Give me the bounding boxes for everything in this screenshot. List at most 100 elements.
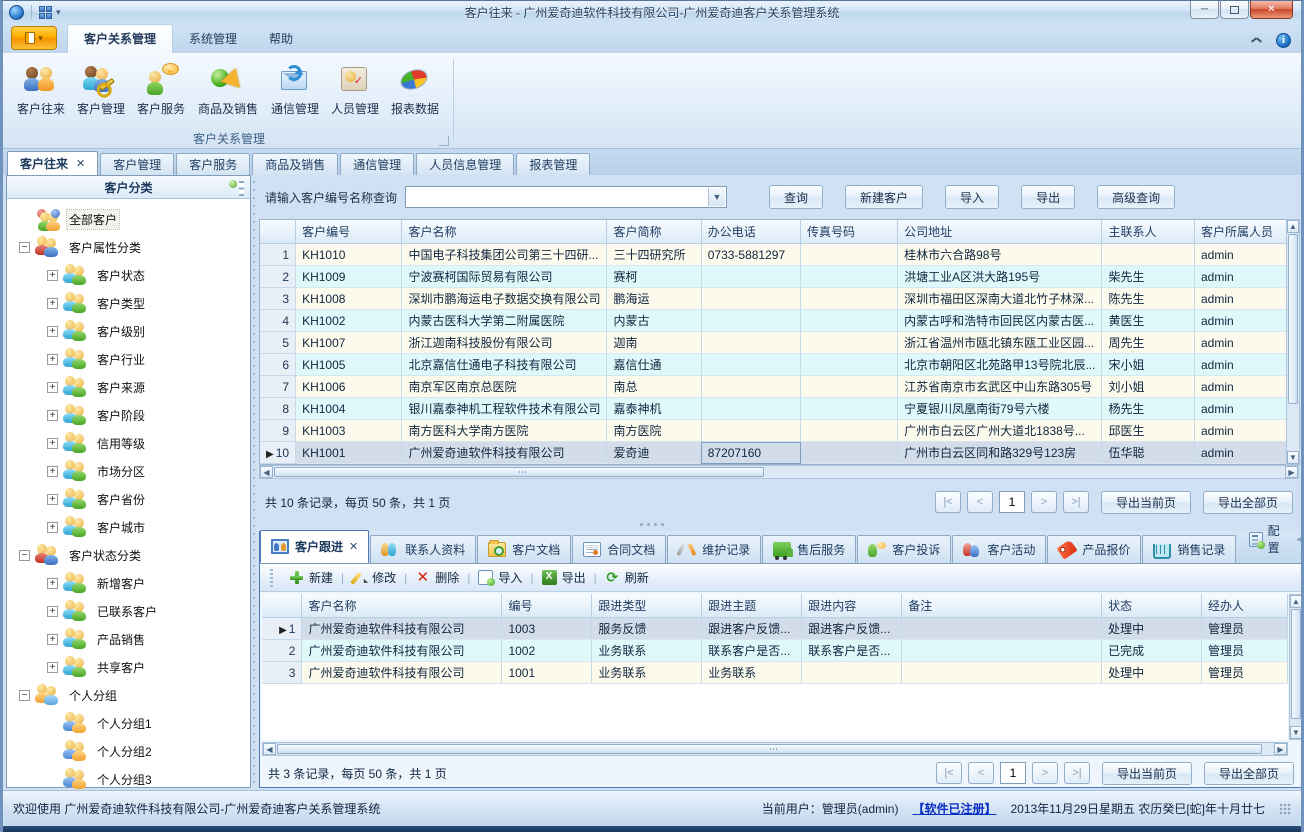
ribbon-tab-help[interactable]: 帮助 xyxy=(253,25,309,53)
cell[interactable]: 处理中 xyxy=(1102,618,1202,640)
detail-tab-sales-records[interactable]: 销售记录 xyxy=(1142,535,1236,563)
import-button[interactable]: 导入 xyxy=(470,569,530,586)
cell[interactable] xyxy=(801,442,898,464)
category-settings-icon[interactable] xyxy=(228,179,244,195)
scroll-up-icon[interactable]: ▲ xyxy=(1287,220,1299,233)
tree-item[interactable]: 个人分组3 xyxy=(9,765,250,793)
cell[interactable]: 0733-5881297 xyxy=(701,244,800,266)
refresh-button[interactable]: ⟳ 刷新 xyxy=(597,569,657,586)
table-row[interactable]: 8KH1004银川嘉泰神机工程软件技术有限公司嘉泰神机宁夏银川凤凰南街79号六楼… xyxy=(260,398,1293,420)
cell[interactable] xyxy=(701,310,800,332)
cell[interactable] xyxy=(701,288,800,310)
cell[interactable] xyxy=(802,662,902,684)
cell[interactable]: 1001 xyxy=(502,662,592,684)
cell[interactable]: 伍华聪 xyxy=(1102,442,1195,464)
cell[interactable]: admin xyxy=(1194,420,1292,442)
cell[interactable]: 黄医生 xyxy=(1102,310,1195,332)
dialog-launcher-icon[interactable] xyxy=(439,136,449,146)
cell[interactable]: 联系客户是否... xyxy=(802,640,902,662)
info-icon[interactable]: i xyxy=(1276,33,1291,48)
ribbon-button-communication[interactable]: 通信管理 xyxy=(265,59,325,129)
cell[interactable]: 广州爱奇迪软件科技有限公司 xyxy=(302,640,502,662)
ribbon-tab-system[interactable]: 系统管理 xyxy=(173,25,253,53)
cell[interactable]: 内蒙古 xyxy=(607,310,701,332)
detail-tab-customer-docs[interactable]: 客户文档 xyxy=(477,535,571,563)
cell[interactable] xyxy=(801,266,898,288)
cell[interactable]: 邱医生 xyxy=(1102,420,1195,442)
cell[interactable]: 南方医科大学南方医院 xyxy=(402,420,607,442)
scroll-left-icon[interactable]: ◀ xyxy=(260,466,273,478)
table-row[interactable]: 7KH1006南京军区南京总医院南总江苏省南京市玄武区中山东路305号刘小姐ad… xyxy=(260,376,1293,398)
tree-expander-icon[interactable]: + xyxy=(47,466,58,477)
cell[interactable]: KH1009 xyxy=(296,266,402,288)
cell[interactable] xyxy=(701,354,800,376)
export-button[interactable]: 导出 xyxy=(534,569,594,586)
cell[interactable]: admin xyxy=(1194,354,1292,376)
next-page-button[interactable]: > xyxy=(1031,491,1057,513)
cell[interactable]: 北京嘉信仕通电子科技有限公司 xyxy=(402,354,607,376)
ribbon-button-products-sales[interactable]: 商品及销售 xyxy=(191,59,265,129)
export-button[interactable]: 导出 xyxy=(1021,185,1075,209)
column-header[interactable]: 备注 xyxy=(902,594,1102,618)
column-header[interactable]: 客户编号 xyxy=(296,220,402,244)
ribbon-button-customer-manage[interactable]: 客户管理 xyxy=(71,59,131,129)
scroll-left-icon[interactable]: ◀ xyxy=(263,743,276,755)
cell[interactable]: admin xyxy=(1194,244,1292,266)
cell[interactable]: 广州爱奇迪软件科技有限公司 xyxy=(302,618,502,640)
cell[interactable]: 广州市白云区广州大道北1838号... xyxy=(898,420,1102,442)
column-header[interactable]: 编号 xyxy=(502,594,592,618)
column-header[interactable]: 办公电话 xyxy=(701,220,800,244)
cell[interactable]: 中国电子科技集团公司第三十四研... xyxy=(402,244,607,266)
detail-tab-maintenance[interactable]: 维护记录 xyxy=(667,535,761,563)
tree-item[interactable]: 个人分组2 xyxy=(9,737,250,765)
cell[interactable]: 柴先生 xyxy=(1102,266,1195,288)
cell[interactable]: admin xyxy=(1194,288,1292,310)
cell[interactable]: 联系客户是否... xyxy=(702,640,802,662)
tree-item[interactable]: +客户省份 xyxy=(9,485,250,513)
tree-item[interactable]: 全部客户 xyxy=(9,205,250,233)
cell[interactable]: 浙江迦南科技股份有限公司 xyxy=(402,332,607,354)
ribbon-button-personnel[interactable]: ✓ 人员管理 xyxy=(325,59,385,129)
detail-grid-vertical-scrollbar[interactable]: ▲ ▼ xyxy=(1289,594,1303,740)
column-header[interactable]: 客户名称 xyxy=(302,594,502,618)
cell[interactable]: 周先生 xyxy=(1102,332,1195,354)
cell[interactable]: admin xyxy=(1194,332,1292,354)
tree-expander-icon[interactable]: + xyxy=(47,438,58,449)
column-header[interactable]: 客户名称 xyxy=(402,220,607,244)
doc-tab-customer-service[interactable]: 客户服务 xyxy=(176,153,250,175)
main-grid-vertical-scrollbar[interactable]: ▲ ▼ xyxy=(1286,219,1300,465)
table-row[interactable]: 5KH1007浙江迦南科技股份有限公司迦南浙江省温州市瓯北镇东瓯工业区园...周… xyxy=(260,332,1293,354)
cell[interactable] xyxy=(801,354,898,376)
cell[interactable]: 服务反馈 xyxy=(592,618,702,640)
cell[interactable]: 陈先生 xyxy=(1102,288,1195,310)
cell[interactable]: 宁波赛柯国际贸易有限公司 xyxy=(402,266,607,288)
cell[interactable]: 北京市朝阳区北苑路甲13号院北辰... xyxy=(898,354,1102,376)
cell[interactable]: KH1003 xyxy=(296,420,402,442)
cell[interactable]: 南总 xyxy=(607,376,701,398)
table-row[interactable]: 6KH1005北京嘉信仕通电子科技有限公司嘉信仕通北京市朝阳区北苑路甲13号院北… xyxy=(260,354,1293,376)
detail-tab-complaints[interactable]: 客户投诉 xyxy=(857,535,951,563)
tree-expander-icon[interactable]: + xyxy=(47,270,58,281)
cell[interactable]: 管理员 xyxy=(1201,618,1287,640)
tree-expander-icon[interactable]: + xyxy=(47,326,58,337)
column-header[interactable]: 传真号码 xyxy=(801,220,898,244)
first-page-button[interactable]: |< xyxy=(936,762,962,784)
cell[interactable]: 宁夏银川凤凰南街79号六楼 xyxy=(898,398,1102,420)
cell[interactable]: 深圳市鹏海运电子数据交换有限公司 xyxy=(402,288,607,310)
tree-expander-icon[interactable]: + xyxy=(47,382,58,393)
tree-item[interactable]: +客户级别 xyxy=(9,317,250,345)
cell[interactable]: KH1006 xyxy=(296,376,402,398)
new-customer-button[interactable]: 新建客户 xyxy=(845,185,923,209)
cell[interactable]: 宋小姐 xyxy=(1102,354,1195,376)
cell[interactable]: 业务联系 xyxy=(592,640,702,662)
scrollbar-thumb[interactable] xyxy=(1291,609,1301,719)
cell[interactable] xyxy=(801,288,898,310)
cell[interactable] xyxy=(801,376,898,398)
scroll-right-icon[interactable]: ▶ xyxy=(1274,743,1287,755)
tree-item[interactable]: +信用等级 xyxy=(9,429,250,457)
cell[interactable]: admin xyxy=(1194,398,1292,420)
cell[interactable]: 广州市白云区同和路329号123房 xyxy=(898,442,1102,464)
cell[interactable]: KH1007 xyxy=(296,332,402,354)
cell[interactable]: 跟进客户反馈... xyxy=(702,618,802,640)
scrollbar-thumb[interactable] xyxy=(277,744,1262,754)
